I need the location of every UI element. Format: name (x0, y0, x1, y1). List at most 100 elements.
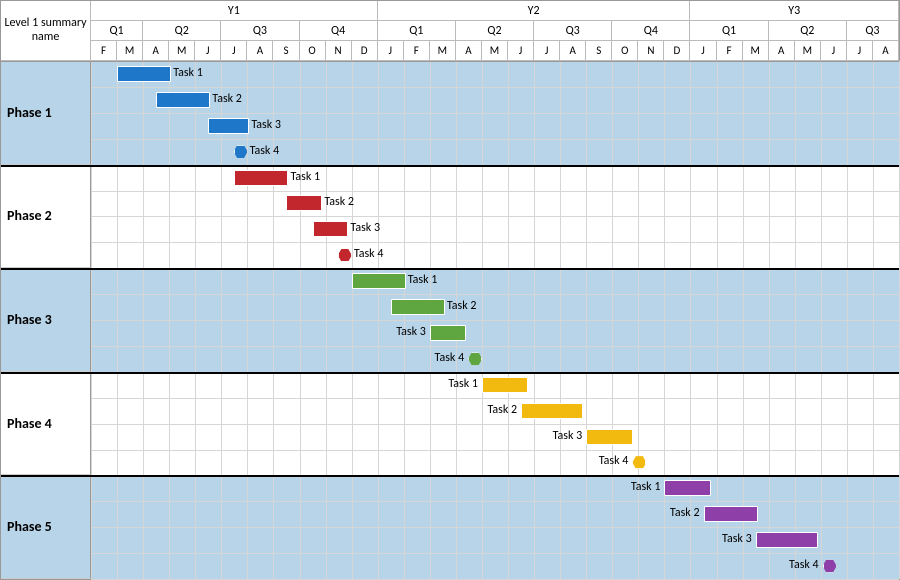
month-header: J (221, 41, 247, 61)
phase-label: Phase 5 (7, 518, 52, 535)
quarter-header: Q2 (769, 21, 847, 41)
month-header: O (612, 41, 638, 61)
task-label: Task 3 (722, 532, 752, 546)
month-header: O (300, 41, 326, 61)
grid-hline (91, 242, 899, 243)
gantt-chart: Level 1 summary nameY1Y2Y3Q1Q2Q3Q4Q1Q2Q3… (0, 0, 900, 580)
task-label: Task 1 (408, 273, 438, 287)
quarter-header: Q2 (143, 21, 221, 41)
phase-separator (1, 165, 899, 167)
year-header: Y1 (91, 1, 378, 21)
phase-label: Phase 1 (7, 104, 52, 121)
month-header: S (273, 41, 299, 61)
year-header: Y2 (378, 1, 691, 21)
quarter-header: Q1 (91, 21, 143, 41)
grid-hline (91, 87, 899, 88)
month-header: D (664, 41, 690, 61)
quarter-header: Q4 (612, 21, 690, 41)
grid-hline (91, 501, 899, 502)
grid-hline (91, 346, 899, 347)
month-header: M (795, 41, 821, 61)
task-bar (117, 66, 171, 82)
month-header: J (378, 41, 404, 61)
month-header: N (326, 41, 352, 61)
task-bar (586, 429, 632, 445)
grid-hline (91, 294, 899, 295)
month-header: D (352, 41, 378, 61)
task-label: Task 3 (350, 221, 380, 235)
month-header: S (586, 41, 612, 61)
task-label: Task 3 (553, 429, 583, 443)
grid-hline (91, 139, 899, 140)
phase-label: Phase 3 (7, 311, 52, 328)
grid-hline (91, 216, 899, 217)
month-header: J (534, 41, 560, 61)
task-bar (704, 506, 758, 522)
chart-title: Level 1 summary name (1, 17, 90, 43)
month-header: J (195, 41, 221, 61)
month-header: A (769, 41, 795, 61)
task-label: Task 2 (487, 403, 517, 417)
grid-hline (91, 450, 899, 451)
task-bar (156, 92, 210, 108)
task-label: Task 1 (631, 480, 661, 494)
phase-separator (1, 61, 899, 62)
quarter-header: Q1 (690, 21, 768, 41)
task-bar (664, 480, 710, 496)
year-header: Y3 (690, 1, 899, 21)
month-header: M (169, 41, 195, 61)
grid-hline (91, 527, 899, 528)
milestone-icon (632, 455, 646, 469)
month-header: M (743, 41, 769, 61)
task-label: Task 3 (396, 325, 426, 339)
phase-separator (1, 268, 899, 270)
grid-hline (91, 553, 899, 554)
month-header: A (247, 41, 273, 61)
month-header: M (117, 41, 143, 61)
task-label: Task 4 (354, 247, 384, 261)
grid-hline (91, 191, 899, 192)
task-bar (521, 403, 583, 419)
task-label: Task 4 (789, 558, 819, 572)
grid-hline (91, 113, 899, 114)
task-bar (756, 532, 818, 548)
chart-title-cell: Level 1 summary name (1, 1, 91, 61)
milestone-icon (338, 248, 352, 262)
task-bar (430, 325, 466, 341)
month-header: A (143, 41, 169, 61)
month-header: M (482, 41, 508, 61)
task-label: Task 2 (212, 92, 242, 106)
quarter-header: Q2 (456, 21, 534, 41)
month-header: A (873, 41, 899, 61)
task-label: Task 2 (324, 195, 354, 209)
month-header: N (638, 41, 664, 61)
quarter-header: Q3 (221, 21, 299, 41)
task-label: Task 1 (448, 377, 478, 391)
task-bar (391, 299, 445, 315)
phase-separator (1, 372, 899, 374)
month-header: A (456, 41, 482, 61)
quarter-header: Q3 (847, 21, 899, 41)
month-header: J (690, 41, 716, 61)
task-bar (208, 118, 249, 134)
quarter-header: Q1 (378, 21, 456, 41)
month-header: F (717, 41, 743, 61)
task-bar (286, 195, 322, 211)
task-label: Task 1 (290, 170, 320, 184)
month-header: J (821, 41, 847, 61)
phase-label: Phase 2 (7, 207, 52, 224)
task-label: Task 3 (251, 118, 281, 132)
month-header: J (508, 41, 534, 61)
grid-hline (91, 424, 899, 425)
month-header: J (847, 41, 873, 61)
phase-separator (1, 475, 899, 477)
task-label: Task 4 (599, 454, 629, 468)
month-header: M (430, 41, 456, 61)
grid-hline (91, 320, 899, 321)
task-label: Task 2 (447, 299, 477, 313)
month-header: F (91, 41, 117, 61)
task-label: Task 1 (173, 66, 203, 80)
task-label: Task 2 (670, 506, 700, 520)
quarter-header: Q3 (534, 21, 612, 41)
task-bar (352, 273, 406, 289)
